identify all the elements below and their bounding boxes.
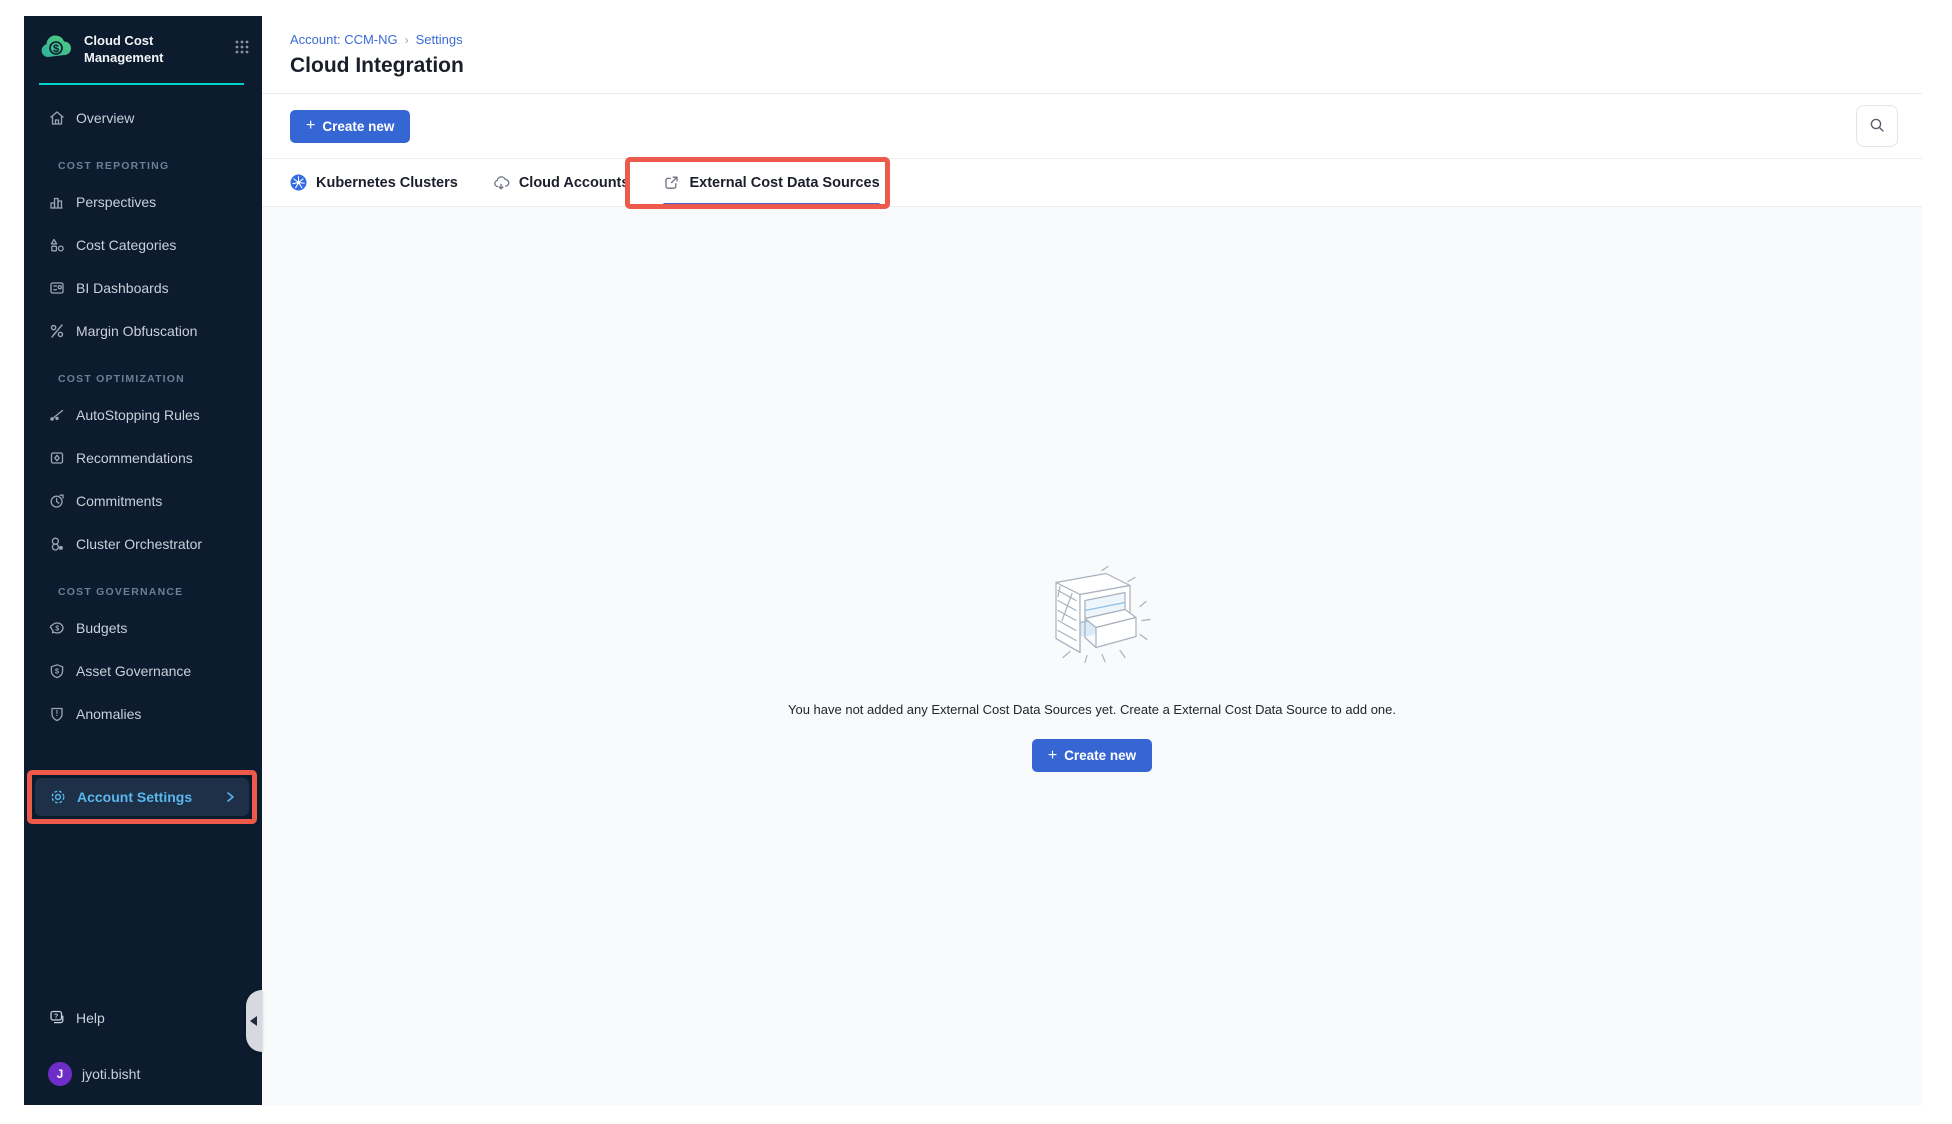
sidebar-item-perspectives[interactable]: Perspectives bbox=[24, 185, 262, 219]
collapse-arrow-icon bbox=[250, 1016, 257, 1026]
sidebar-item-label: AutoStopping Rules bbox=[76, 407, 200, 423]
shield-dollar-icon: $ bbox=[48, 662, 66, 680]
shield-alert-icon: ! bbox=[48, 705, 66, 723]
bar-chart-icon bbox=[48, 193, 66, 211]
svg-text:!: ! bbox=[56, 709, 59, 718]
brand-accent-divider bbox=[39, 83, 244, 85]
cluster-circles-icon bbox=[48, 535, 66, 553]
svg-text:$: $ bbox=[55, 666, 60, 675]
home-icon bbox=[48, 109, 66, 127]
sidebar-item-label: Overview bbox=[76, 110, 134, 126]
autostopping-graph-icon bbox=[48, 406, 66, 424]
sidebar-item-cluster-orchestrator[interactable]: Cluster Orchestrator bbox=[24, 527, 262, 561]
sidebar-item-asset-governance[interactable]: $ Asset Governance bbox=[24, 654, 262, 688]
create-new-label: Create new bbox=[1064, 748, 1136, 763]
empty-state-illustration bbox=[1032, 559, 1152, 672]
main-area: Account: CCM-NG › Settings Cloud Integra… bbox=[262, 16, 1922, 1105]
external-link-icon bbox=[663, 174, 680, 191]
kubernetes-icon bbox=[290, 174, 307, 191]
sidebar-item-autostopping-rules[interactable]: AutoStopping Rules bbox=[24, 398, 262, 432]
empty-state-create-new-button[interactable]: + Create new bbox=[1032, 739, 1152, 772]
sidebar-item-label: Recommendations bbox=[76, 450, 193, 466]
sidebar-item-label: Cost Categories bbox=[76, 237, 176, 253]
plus-icon: + bbox=[306, 118, 315, 134]
sidebar-item-label: Margin Obfuscation bbox=[76, 323, 197, 339]
app-grid-icon[interactable] bbox=[234, 39, 250, 60]
dashboard-image-icon bbox=[48, 279, 66, 297]
sidebar-nav: Overview COST REPORTING Perspectives Cos… bbox=[24, 101, 262, 1001]
sidebar: $ Cloud Cost Management Overview COST bbox=[24, 16, 262, 1105]
help-chat-icon: ? bbox=[48, 1008, 66, 1029]
tab-bar: Kubernetes Clusters Cloud Accounts Exter… bbox=[262, 159, 1922, 207]
breadcrumb-settings-link[interactable]: Settings bbox=[416, 32, 463, 47]
tab-external-cost-data-sources[interactable]: External Cost Data Sources bbox=[663, 159, 879, 206]
sidebar-item-anomalies[interactable]: ! Anomalies bbox=[24, 697, 262, 731]
chevron-right-icon bbox=[223, 790, 237, 804]
search-icon bbox=[1868, 116, 1886, 137]
content-area: You have not added any External Cost Dat… bbox=[262, 207, 1922, 1105]
tab-label: Kubernetes Clusters bbox=[316, 175, 458, 191]
search-button[interactable] bbox=[1856, 105, 1898, 147]
plus-icon: + bbox=[1048, 748, 1057, 764]
sidebar-bottom: ? Help J jyoti.bisht bbox=[24, 1001, 262, 1105]
clock-refresh-icon bbox=[48, 492, 66, 510]
brand-title: Cloud Cost Management bbox=[84, 33, 192, 67]
breadcrumb-separator: › bbox=[405, 33, 409, 47]
sidebar-item-label: Commitments bbox=[76, 493, 162, 509]
avatar: J bbox=[48, 1062, 72, 1086]
svg-text:?: ? bbox=[54, 1013, 58, 1020]
sidebar-item-help[interactable]: ? Help bbox=[48, 1001, 262, 1035]
section-cost-optimization: COST OPTIMIZATION bbox=[58, 373, 262, 385]
shapes-icon bbox=[48, 236, 66, 254]
sidebar-item-label: Cluster Orchestrator bbox=[76, 536, 202, 552]
section-cost-reporting: COST REPORTING bbox=[58, 160, 262, 172]
breadcrumb: Account: CCM-NG › Settings bbox=[290, 32, 1894, 47]
sidebar-item-cost-categories[interactable]: Cost Categories bbox=[24, 228, 262, 262]
sidebar-item-label: Budgets bbox=[76, 620, 127, 636]
sidebar-item-label: Anomalies bbox=[76, 706, 141, 722]
empty-state-message: You have not added any External Cost Dat… bbox=[788, 702, 1396, 717]
gear-icon bbox=[49, 788, 67, 806]
sidebar-item-budgets[interactable]: $ Budgets bbox=[24, 611, 262, 645]
tab-label: Cloud Accounts bbox=[519, 175, 630, 191]
svg-text:$: $ bbox=[53, 43, 59, 55]
sidebar-item-margin-obfuscation[interactable]: Margin Obfuscation bbox=[24, 314, 262, 348]
sidebar-item-recommendations[interactable]: Recommendations bbox=[24, 441, 262, 475]
tab-cloud-accounts[interactable]: Cloud Accounts bbox=[492, 159, 630, 206]
toolbar: + Create new bbox=[262, 94, 1922, 159]
breadcrumb-account-link[interactable]: Account: CCM-NG bbox=[290, 32, 398, 47]
sidebar-collapse-handle[interactable] bbox=[246, 990, 262, 1052]
create-new-button[interactable]: + Create new bbox=[290, 110, 410, 143]
user-menu[interactable]: J jyoti.bisht bbox=[48, 1057, 262, 1091]
section-cost-governance: COST GOVERNANCE bbox=[58, 586, 262, 598]
page-title: Cloud Integration bbox=[290, 54, 1894, 78]
percent-icon bbox=[48, 322, 66, 340]
sidebar-item-account-settings[interactable]: Account Settings bbox=[35, 778, 249, 816]
cloud-icon bbox=[492, 174, 510, 192]
sidebar-item-overview[interactable]: Overview bbox=[24, 101, 262, 135]
tab-label: External Cost Data Sources bbox=[689, 175, 879, 191]
help-label: Help bbox=[76, 1010, 105, 1026]
recommendation-tag-icon bbox=[48, 449, 66, 467]
brand: $ Cloud Cost Management bbox=[24, 16, 262, 73]
page-header: Account: CCM-NG › Settings Cloud Integra… bbox=[262, 16, 1922, 94]
sidebar-item-label: Account Settings bbox=[77, 789, 192, 805]
sidebar-item-commitments[interactable]: Commitments bbox=[24, 484, 262, 518]
cloud-cost-logo-icon: $ bbox=[39, 31, 75, 66]
create-new-label: Create new bbox=[322, 119, 394, 134]
sidebar-item-label: Asset Governance bbox=[76, 663, 191, 679]
sidebar-item-bi-dashboards[interactable]: BI Dashboards bbox=[24, 271, 262, 305]
account-settings-annotation-box: Account Settings bbox=[27, 770, 257, 824]
piggy-bank-icon: $ bbox=[48, 619, 66, 637]
sidebar-item-label: Perspectives bbox=[76, 194, 156, 210]
tab-kubernetes-clusters[interactable]: Kubernetes Clusters bbox=[290, 159, 458, 206]
svg-text:$: $ bbox=[55, 625, 59, 632]
user-name: jyoti.bisht bbox=[82, 1066, 140, 1082]
app-window: $ Cloud Cost Management Overview COST bbox=[24, 16, 1922, 1105]
sidebar-item-label: BI Dashboards bbox=[76, 280, 169, 296]
